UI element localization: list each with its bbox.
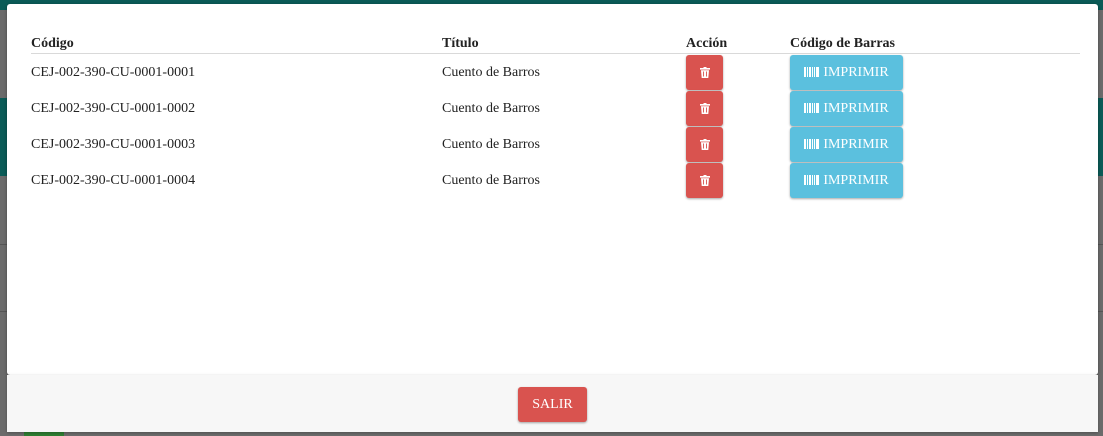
cell-title: Cuento de Barros	[442, 162, 686, 198]
item-code: CEJ-002-390-CU-0001-0001	[31, 65, 196, 80]
column-header-code: Código	[31, 29, 442, 54]
barcode-icon	[804, 138, 820, 149]
print-button-label: IMPRIMIR	[823, 100, 889, 116]
print-button-label: IMPRIMIR	[823, 172, 889, 188]
item-title: Cuento de Barros	[442, 65, 540, 80]
cell-code: CEJ-002-390-CU-0001-0001	[31, 54, 442, 91]
items-table: Código Título Acción Código de Barras CE…	[31, 29, 1080, 198]
table-row: CEJ-002-390-CU-0001-0001 Cuento de Barro…	[31, 54, 1080, 91]
barcode-icon	[804, 102, 820, 113]
delete-button[interactable]	[686, 127, 723, 162]
cell-code: CEJ-002-390-CU-0001-0004	[31, 162, 442, 198]
exit-button[interactable]: SALIR	[518, 387, 587, 422]
trash-icon	[699, 139, 710, 150]
column-header-title: Título	[442, 29, 686, 54]
column-header-action: Acción	[686, 29, 790, 54]
cell-title: Cuento de Barros	[442, 126, 686, 162]
table-row: CEJ-002-390-CU-0001-0004 Cuento de Barro…	[31, 162, 1080, 198]
print-barcode-button[interactable]: IMPRIMIR	[790, 163, 903, 198]
column-header-barcode: Código de Barras	[790, 29, 1080, 54]
print-button-label: IMPRIMIR	[823, 64, 889, 80]
delete-button[interactable]	[686, 163, 723, 198]
table-row: CEJ-002-390-CU-0001-0002 Cuento de Barro…	[31, 90, 1080, 126]
print-button-label: IMPRIMIR	[823, 136, 889, 152]
trash-icon	[699, 67, 710, 78]
table-row: CEJ-002-390-CU-0001-0003 Cuento de Barro…	[31, 126, 1080, 162]
cell-barcode: IMPRIMIR	[790, 162, 1080, 198]
barcode-icon	[804, 174, 820, 185]
trash-icon	[699, 103, 710, 114]
item-code: CEJ-002-390-CU-0001-0004	[31, 173, 196, 188]
delete-button[interactable]	[686, 55, 723, 90]
cell-action	[686, 126, 790, 162]
table-header-row: Código Título Acción Código de Barras	[31, 29, 1080, 54]
delete-button[interactable]	[686, 91, 723, 126]
cell-title: Cuento de Barros	[442, 90, 686, 126]
cell-code: CEJ-002-390-CU-0001-0002	[31, 90, 442, 126]
item-title: Cuento de Barros	[442, 173, 540, 188]
cell-action	[686, 162, 790, 198]
cell-barcode: IMPRIMIR	[790, 90, 1080, 126]
cell-barcode: IMPRIMIR	[790, 54, 1080, 90]
cell-code: CEJ-002-390-CU-0001-0003	[31, 126, 442, 162]
trash-icon	[699, 175, 710, 186]
item-code: CEJ-002-390-CU-0001-0002	[31, 101, 196, 116]
cell-barcode: IMPRIMIR	[790, 126, 1080, 162]
item-title: Cuento de Barros	[442, 137, 540, 152]
item-title: Cuento de Barros	[442, 101, 540, 116]
cell-action	[686, 54, 790, 90]
print-barcode-button[interactable]: IMPRIMIR	[790, 127, 903, 162]
print-barcode-button[interactable]: IMPRIMIR	[790, 55, 903, 90]
cell-title: Cuento de Barros	[442, 54, 686, 91]
item-code: CEJ-002-390-CU-0001-0003	[31, 137, 196, 152]
print-barcode-button[interactable]: IMPRIMIR	[790, 91, 903, 126]
barcode-icon	[804, 66, 820, 77]
modal-footer: SALIR	[7, 375, 1098, 432]
cell-action	[686, 90, 790, 126]
modal-body: Código Título Acción Código de Barras CE…	[7, 4, 1098, 375]
